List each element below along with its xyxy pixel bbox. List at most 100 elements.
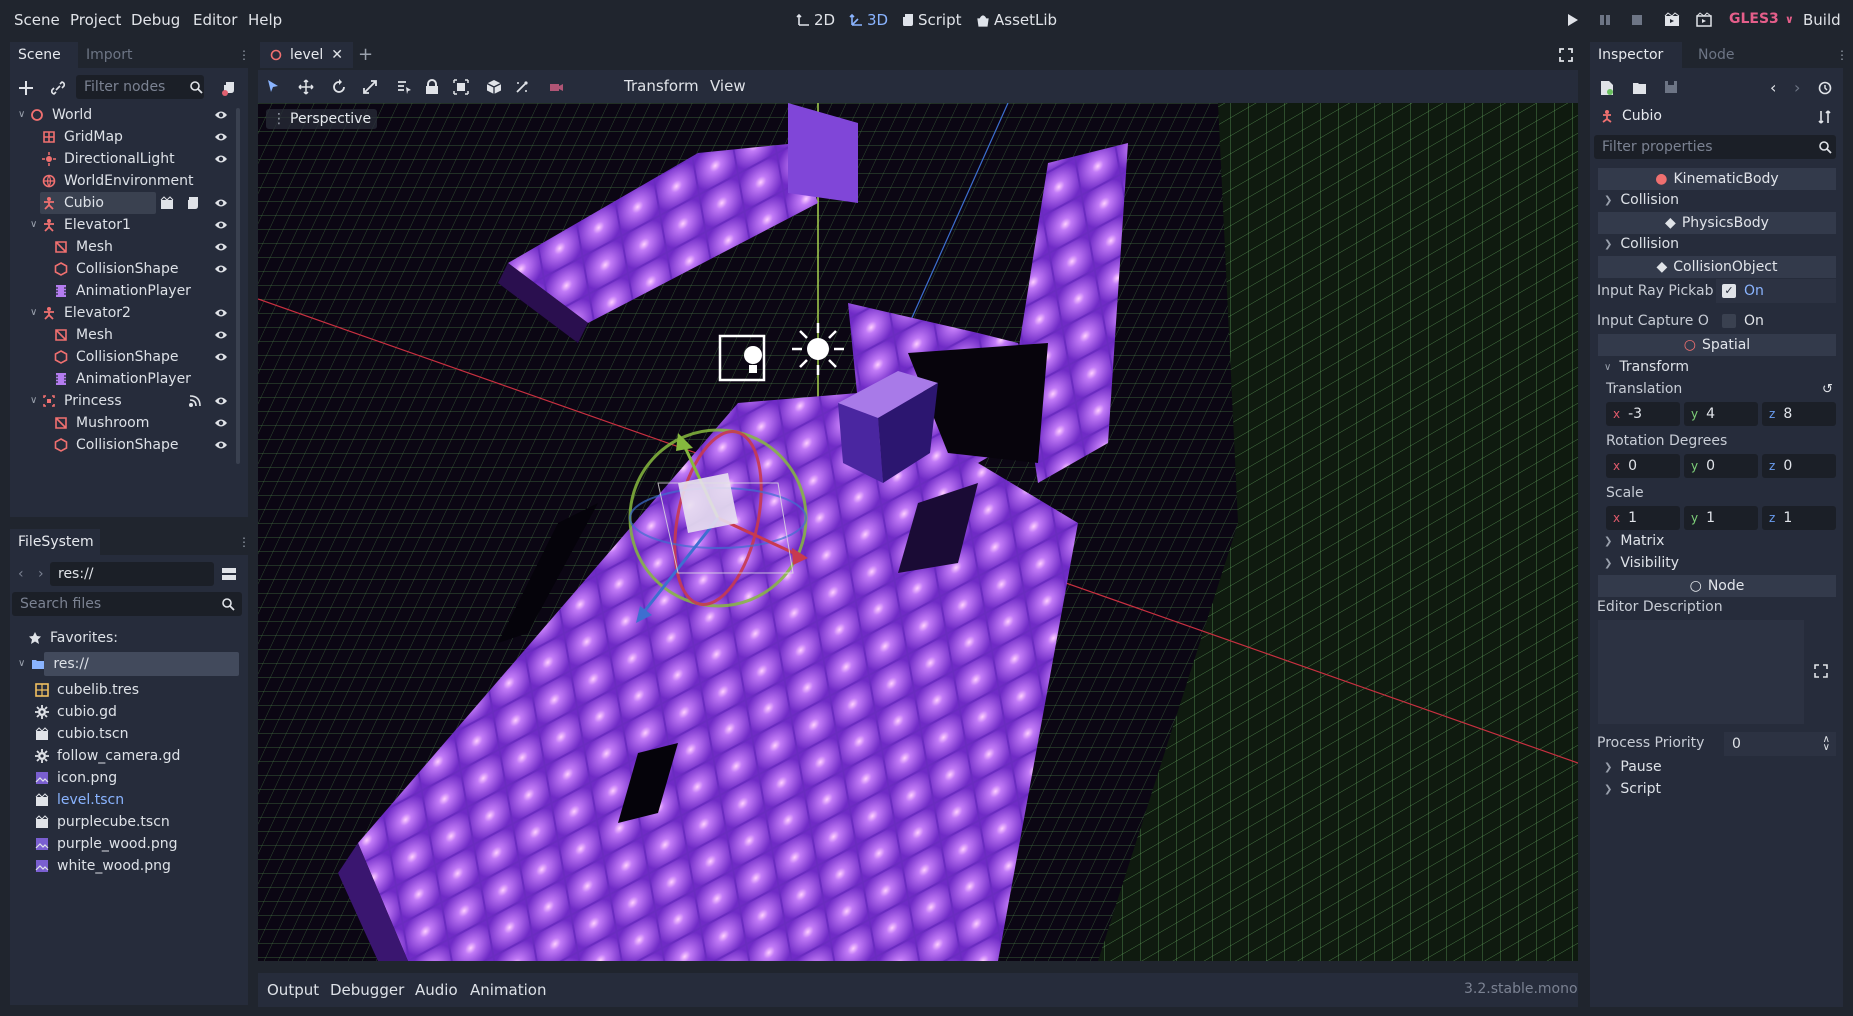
- tab-audio[interactable]: Audio: [415, 981, 458, 999]
- chevron-down-icon[interactable]: ∨: [30, 301, 42, 325]
- scene-tree-node[interactable]: Mesh: [42, 323, 113, 347]
- visibility-eye-icon[interactable]: [214, 416, 228, 430]
- menu-scene[interactable]: Scene: [14, 11, 60, 29]
- mode-3d-button[interactable]: 3D: [849, 11, 888, 29]
- mode-script-button[interactable]: Script: [902, 11, 962, 29]
- tab-node[interactable]: Node: [1690, 42, 1743, 68]
- scale-mode-icon[interactable]: [362, 79, 378, 95]
- transform-group[interactable]: ∨ Transform: [1604, 359, 1689, 375]
- play-icon[interactable]: [1564, 12, 1580, 28]
- chevron-down-icon[interactable]: ∨: [30, 389, 42, 413]
- perspective-menu[interactable]: ⋮ Perspective: [266, 109, 378, 129]
- history-back-icon[interactable]: ‹: [1770, 78, 1776, 97]
- file-item[interactable]: purplecube.tscn: [35, 810, 170, 834]
- filter-nodes-input[interactable]: Filter nodes: [76, 75, 204, 99]
- new-resource-icon[interactable]: [1600, 80, 1614, 96]
- pause-icon[interactable]: [1597, 12, 1613, 28]
- chevron-down-icon[interactable]: ∨: [30, 213, 42, 237]
- visibility-eye-icon[interactable]: [214, 306, 228, 320]
- search-files-input[interactable]: Search files: [12, 592, 242, 616]
- scene-tree-node[interactable]: CollisionShape: [42, 345, 178, 369]
- tab-output[interactable]: Output: [267, 981, 319, 999]
- scale-y-field[interactable]: y1: [1684, 506, 1758, 530]
- translation-z-field[interactable]: z8: [1762, 402, 1836, 426]
- renderer-selector[interactable]: GLES3 ∨: [1729, 11, 1794, 27]
- file-item[interactable]: level.tscn: [35, 788, 124, 812]
- scene-tree-node[interactable]: DirectionalLight: [30, 147, 175, 171]
- input-ray-pickable-checkbox[interactable]: ✓ On: [1716, 279, 1836, 303]
- path-input[interactable]: res://: [50, 562, 214, 586]
- scene-tree-node[interactable]: WorldEnvironment: [30, 169, 194, 193]
- file-item[interactable]: cubio.gd: [35, 700, 117, 724]
- tab-import[interactable]: Import: [78, 42, 140, 68]
- scene-tree-node[interactable]: Mesh: [42, 235, 113, 259]
- scene-tree-node[interactable]: AnimationPlayer: [42, 279, 191, 303]
- mode-assetlib-button[interactable]: AssetLib: [976, 11, 1057, 29]
- scene-instance-icon[interactable]: [160, 196, 174, 210]
- scene-tree-node[interactable]: Mushroom: [42, 411, 149, 435]
- add-tab-icon[interactable]: +: [358, 44, 373, 65]
- file-item[interactable]: follow_camera.gd: [35, 744, 180, 768]
- menu-debug[interactable]: Debug: [131, 11, 180, 29]
- file-item[interactable]: icon.png: [35, 766, 117, 790]
- scene-tree-scrollbar[interactable]: [236, 108, 240, 464]
- scene-tree-node[interactable]: GridMap: [30, 125, 123, 149]
- visibility-eye-icon[interactable]: [214, 394, 228, 408]
- camera-override-icon[interactable]: [548, 79, 564, 95]
- play-scene-icon[interactable]: [1664, 12, 1680, 28]
- scene-tree-node[interactable]: ∨ Princess: [30, 389, 122, 413]
- tab-debugger[interactable]: Debugger: [330, 981, 404, 999]
- res-root-item[interactable]: ∨ res://: [18, 652, 89, 676]
- add-node-icon[interactable]: [17, 79, 35, 97]
- file-item[interactable]: cubio.tscn: [35, 722, 128, 746]
- snap-icon[interactable]: [514, 79, 530, 95]
- spin-arrows-icon[interactable]: ∧ ∨: [1823, 735, 1830, 753]
- transform-menu[interactable]: Transform: [624, 77, 699, 95]
- move-mode-icon[interactable]: [298, 79, 314, 95]
- script-group[interactable]: ❯ Script: [1604, 781, 1661, 797]
- close-icon[interactable]: ✕: [331, 47, 343, 63]
- visibility-eye-icon[interactable]: [214, 350, 228, 364]
- object-properties-icon[interactable]: [1818, 110, 1832, 124]
- translation-x-field[interactable]: x -3: [1606, 402, 1680, 426]
- chevron-down-icon[interactable]: ∨: [18, 104, 30, 127]
- script-icon[interactable]: [186, 196, 200, 210]
- tab-scene[interactable]: Scene: [10, 42, 69, 68]
- visibility-eye-icon[interactable]: [214, 218, 228, 232]
- history-icon[interactable]: [1818, 81, 1832, 95]
- visibility-eye-icon[interactable]: [214, 438, 228, 452]
- group-icon[interactable]: [453, 79, 469, 95]
- input-capture-checkbox[interactable]: On: [1716, 309, 1836, 333]
- visibility-eye-icon[interactable]: [214, 262, 228, 276]
- select-mode-icon[interactable]: [266, 79, 280, 93]
- rotation-x-field[interactable]: x0: [1606, 454, 1680, 478]
- forward-icon[interactable]: ›: [38, 566, 44, 582]
- tab-inspector[interactable]: Inspector: [1590, 42, 1672, 68]
- tab-animation[interactable]: Animation: [470, 981, 546, 999]
- list-select-icon[interactable]: [396, 79, 412, 95]
- signal-icon[interactable]: [188, 394, 202, 408]
- attach-script-icon[interactable]: [221, 80, 237, 96]
- tab-filesystem[interactable]: FileSystem: [10, 529, 102, 555]
- translation-y-field[interactable]: y4: [1684, 402, 1758, 426]
- favorites-item[interactable]: Favorites:: [28, 626, 118, 650]
- lock-icon[interactable]: [425, 79, 439, 95]
- scene-tree-node[interactable]: ∨ Elevator2: [30, 301, 131, 325]
- build-button[interactable]: Build: [1803, 11, 1841, 29]
- 3d-viewport[interactable]: ⋮ Perspective: [258, 103, 1578, 961]
- tab-level[interactable]: level ✕: [260, 42, 354, 68]
- save-icon[interactable]: [1664, 80, 1678, 94]
- rotate-mode-icon[interactable]: [331, 79, 347, 95]
- scene-tree-node[interactable]: ∨ Elevator1: [30, 213, 131, 237]
- scene-tree-node[interactable]: CollisionShape: [42, 257, 178, 281]
- instance-scene-icon[interactable]: [50, 80, 66, 96]
- split-view-icon[interactable]: [221, 566, 237, 582]
- local-space-icon[interactable]: [486, 79, 502, 95]
- back-icon[interactable]: ‹: [18, 566, 24, 582]
- menu-project[interactable]: Project: [70, 11, 121, 29]
- editor-description-textarea[interactable]: [1598, 620, 1804, 724]
- collision-group-1[interactable]: ❯ Collision: [1604, 192, 1679, 208]
- rotation-y-field[interactable]: y0: [1684, 454, 1758, 478]
- open-folder-icon[interactable]: [1632, 81, 1648, 95]
- file-item[interactable]: cubelib.tres: [35, 678, 139, 702]
